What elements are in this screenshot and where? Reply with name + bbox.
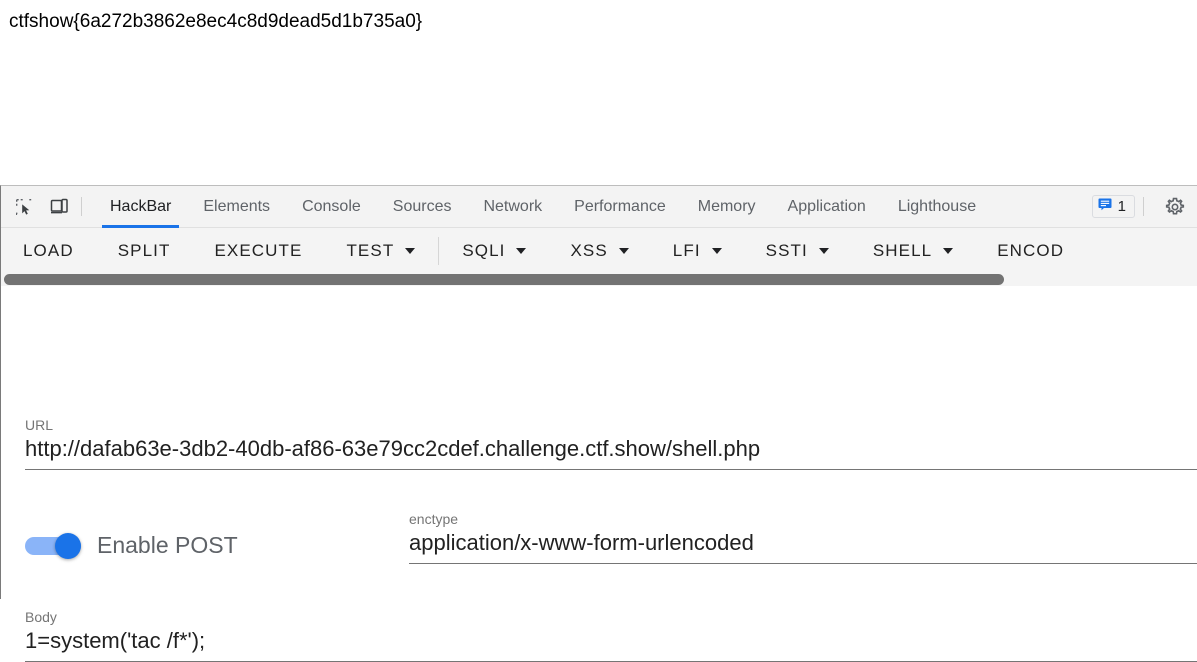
hackbar-execute-button[interactable]: EXECUTE <box>192 228 324 273</box>
url-input[interactable]: http://dafab63e-3db2-40db-af86-63e79cc2c… <box>25 434 1197 464</box>
body-label: Body <box>25 609 57 625</box>
tab-sources[interactable]: Sources <box>377 186 468 228</box>
button-label: XSS <box>570 240 608 260</box>
devtools-tabstrip: HackBar Elements Console Sources Network… <box>1 186 1197 228</box>
chevron-down-icon <box>943 247 954 254</box>
tab-elements[interactable]: Elements <box>187 186 286 228</box>
hackbar-sqli-menu[interactable]: SQLI <box>440 228 548 273</box>
message-count: 1 <box>1117 198 1126 215</box>
hackbar-toolbar-scrollbar[interactable] <box>1 273 1197 287</box>
hackbar-xss-menu[interactable]: XSS <box>548 228 650 273</box>
tab-network[interactable]: Network <box>467 186 558 228</box>
devtools-panel: HackBar Elements Console Sources Network… <box>0 185 1197 662</box>
tab-memory[interactable]: Memory <box>682 186 772 228</box>
hackbar-load-button[interactable]: LOAD <box>1 228 96 273</box>
tab-label: Sources <box>392 197 452 215</box>
chevron-down-icon <box>516 247 527 254</box>
enctype-label: enctype <box>409 511 459 527</box>
hackbar-test-menu[interactable]: TEST <box>324 228 437 273</box>
scrollbar-thumb[interactable] <box>4 274 1004 285</box>
enctype-field[interactable]: enctype application/x-www-form-urlencode… <box>409 511 1197 564</box>
flag-output-text: ctfshow{6a272b3862e8ec4c8d9dead5d1b735a0… <box>9 11 423 32</box>
tab-label: Lighthouse <box>897 197 977 215</box>
tab-label: Application <box>787 197 866 215</box>
enctype-underline <box>409 563 1197 564</box>
url-underline <box>25 469 1197 470</box>
message-icon <box>1098 197 1112 216</box>
button-label: SHELL <box>872 240 933 260</box>
rendered-page-content: ctfshow{6a272b3862e8ec4c8d9dead5d1b735a0… <box>0 0 1197 185</box>
hackbar-split-button[interactable]: SPLIT <box>96 228 193 273</box>
tab-lighthouse[interactable]: Lighthouse <box>882 186 992 228</box>
enable-post-label: Enable POST <box>97 532 238 558</box>
chevron-down-icon <box>711 247 722 254</box>
toolbar-divider <box>81 197 82 216</box>
hackbar-toolbar-divider <box>438 236 440 265</box>
enctype-input[interactable]: application/x-www-form-urlencoded <box>409 528 1197 558</box>
button-label: LOAD <box>23 240 74 260</box>
tab-label: Console <box>302 197 361 215</box>
hackbar-encoding-menu[interactable]: ENCOD <box>975 228 1086 273</box>
toggle-knob <box>55 532 81 559</box>
button-label: SPLIT <box>117 240 171 260</box>
button-label: LFI <box>672 240 701 260</box>
tab-console[interactable]: Console <box>286 186 377 228</box>
hackbar-form: URL http://dafab63e-3db2-40db-af86-63e79… <box>1 287 1197 662</box>
enable-post-toggle[interactable] <box>25 532 81 559</box>
tab-performance[interactable]: Performance <box>558 186 682 228</box>
devtools-tabstrip-actions: 1 <box>1091 193 1197 221</box>
tab-label: Memory <box>697 197 756 215</box>
button-label: SSTI <box>765 240 808 260</box>
devtools-tab-list: HackBar Elements Console Sources Network… <box>94 186 992 228</box>
hackbar-action-toolbar: LOAD SPLIT EXECUTE TEST SQLI XSS LFI SST… <box>1 228 1197 273</box>
tab-label: Elements <box>203 197 271 215</box>
body-field[interactable]: Body 1=system('tac /f*'); <box>25 609 1197 662</box>
button-label: TEST <box>346 240 395 260</box>
button-label: SQLI <box>462 240 506 260</box>
tab-label: Network <box>483 197 543 215</box>
hackbar-shell-menu[interactable]: SHELL <box>851 228 975 273</box>
actions-divider <box>1143 197 1144 216</box>
tab-label: HackBar <box>110 197 172 215</box>
gear-icon[interactable] <box>1161 193 1189 221</box>
tab-application[interactable]: Application <box>772 186 882 228</box>
inspect-element-icon[interactable] <box>10 193 37 220</box>
url-label: URL <box>25 417 54 433</box>
chevron-down-icon <box>618 247 629 254</box>
url-field[interactable]: URL http://dafab63e-3db2-40db-af86-63e79… <box>25 417 1197 470</box>
message-count-badge[interactable]: 1 <box>1091 195 1135 218</box>
chevron-down-icon <box>818 247 829 254</box>
tab-hackbar[interactable]: HackBar <box>94 186 187 228</box>
tab-label: Performance <box>574 197 666 215</box>
body-input[interactable]: 1=system('tac /f*'); <box>25 626 1197 656</box>
hackbar-lfi-menu[interactable]: LFI <box>651 228 744 273</box>
hackbar-ssti-menu[interactable]: SSTI <box>744 228 851 273</box>
button-label: ENCOD <box>997 240 1065 260</box>
device-toolbar-icon[interactable] <box>46 193 73 220</box>
chevron-down-icon <box>405 247 416 254</box>
enable-post-row: Enable POST <box>25 532 238 559</box>
button-label: EXECUTE <box>214 240 303 260</box>
